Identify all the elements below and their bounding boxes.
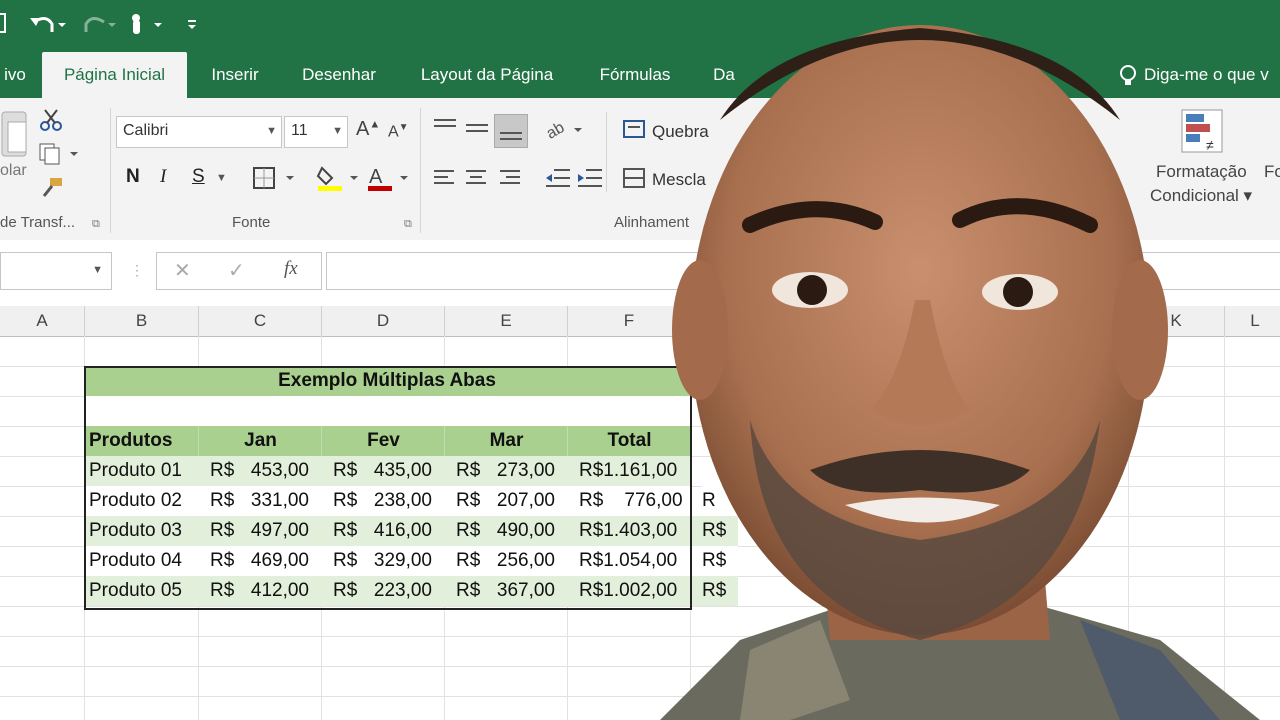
column-header-a[interactable]: A bbox=[0, 306, 85, 337]
font-size-select[interactable]: 11 ▼ bbox=[284, 116, 348, 148]
redo-icon[interactable] bbox=[76, 10, 116, 46]
font-group-label: Fonte bbox=[232, 214, 271, 231]
align-center-icon[interactable] bbox=[464, 168, 490, 195]
column-header-c[interactable]: C bbox=[199, 306, 322, 337]
decrease-indent-icon[interactable] bbox=[544, 166, 572, 195]
orientation-icon[interactable]: ab bbox=[544, 118, 588, 147]
presenter-webcam-overlay bbox=[660, 25, 1260, 720]
customize-qat-icon[interactable] bbox=[186, 12, 200, 42]
tab-layout-da-pagina[interactable]: Layout da Página bbox=[408, 52, 566, 98]
font-color-icon[interactable]: A bbox=[366, 164, 412, 197]
align-middle-icon[interactable] bbox=[464, 116, 490, 145]
tab-desenhar[interactable]: Desenhar bbox=[290, 52, 388, 98]
ribbon-divider bbox=[110, 108, 111, 233]
ribbon-divider bbox=[420, 108, 421, 233]
enter-check-icon[interactable]: ✓ bbox=[228, 258, 245, 283]
cut-icon[interactable] bbox=[38, 108, 64, 137]
formula-grip-icon: ⋮ bbox=[130, 262, 144, 278]
save-icon[interactable] bbox=[0, 12, 8, 40]
paste-label[interactable]: olar bbox=[0, 162, 27, 180]
align-left-icon[interactable] bbox=[432, 168, 458, 195]
paste-icon[interactable] bbox=[0, 108, 30, 160]
font-name-value: Calibri bbox=[123, 122, 169, 139]
fill-color-icon[interactable] bbox=[316, 164, 362, 197]
align-right-icon[interactable] bbox=[498, 168, 524, 195]
underline-button[interactable]: S bbox=[192, 166, 205, 188]
bold-button[interactable]: N bbox=[126, 166, 140, 188]
chevron-down-icon: ▼ bbox=[332, 125, 343, 137]
tab-arquivo[interactable]: ivo bbox=[0, 52, 30, 98]
name-box[interactable]: ▼ bbox=[0, 252, 112, 290]
touch-mode-icon[interactable] bbox=[124, 10, 174, 46]
decrease-font-icon[interactable]: A▼ bbox=[388, 122, 409, 141]
borders-icon[interactable] bbox=[252, 166, 300, 195]
align-top-icon[interactable] bbox=[432, 116, 458, 145]
svg-text:A: A bbox=[369, 166, 383, 188]
font-name-select[interactable]: Calibri ▼ bbox=[116, 116, 282, 148]
format-painter-icon[interactable] bbox=[38, 176, 64, 205]
tab-inserir[interactable]: Inserir bbox=[200, 52, 270, 98]
column-header-d[interactable]: D bbox=[322, 306, 445, 337]
chevron-down-icon[interactable]: ▼ bbox=[216, 172, 227, 184]
increase-font-icon[interactable]: A▲ bbox=[356, 118, 380, 141]
insert-function-button[interactable]: fx bbox=[284, 258, 298, 280]
italic-button[interactable]: I bbox=[160, 166, 166, 188]
font-size-value: 11 bbox=[291, 122, 308, 139]
undo-icon[interactable] bbox=[26, 10, 66, 46]
column-header-b[interactable]: B bbox=[85, 306, 199, 337]
chevron-down-icon: ▼ bbox=[92, 264, 103, 276]
tab-pagina-inicial[interactable]: Página Inicial bbox=[42, 52, 187, 98]
font-launcher-icon[interactable]: ⧉ bbox=[404, 218, 412, 231]
copy-icon[interactable] bbox=[38, 142, 82, 171]
chevron-down-icon: ▼ bbox=[266, 125, 277, 137]
cancel-icon[interactable]: ✕ bbox=[174, 258, 191, 283]
column-header-e[interactable]: E bbox=[445, 306, 568, 337]
clipboard-group-label: de Transf... bbox=[0, 214, 76, 231]
align-bottom-icon[interactable] bbox=[494, 114, 528, 148]
svg-text:ab: ab bbox=[544, 119, 568, 142]
clipboard-launcher-icon[interactable]: ⧉ bbox=[92, 218, 100, 231]
